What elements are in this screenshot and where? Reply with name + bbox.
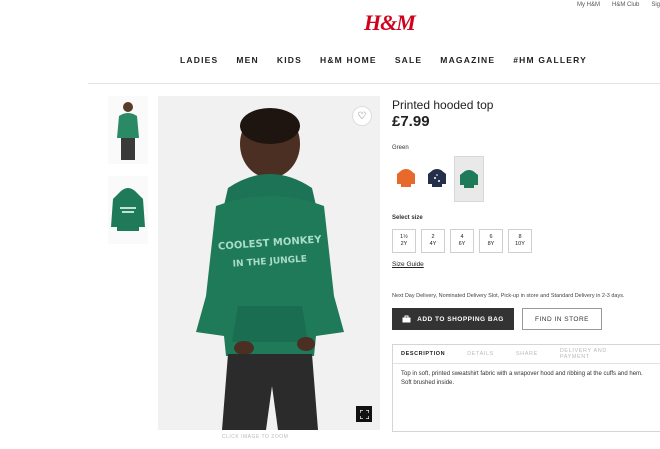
size-age: 6 [489,234,493,240]
top-links: My H&M H&M Club Sig [577,2,660,8]
size-age: 2 [431,234,435,240]
wishlist-button[interactable]: ♡ [352,106,372,126]
zoom-button[interactable] [356,406,372,422]
nav-hm-home[interactable]: H&M HOME [320,55,377,65]
bag-icon [402,315,411,323]
swatch-navy[interactable] [423,156,451,200]
hm-logo[interactable]: H&M [364,10,416,36]
color-label: Green [392,145,409,151]
nav-hm-gallery[interactable]: #HM GALLERY [513,55,587,65]
delivery-info: Next Day Delivery, Nominated Delivery Sl… [392,293,625,299]
product-description: Top in soft, printed sweatshirt fabric w… [401,371,643,386]
size-year: 2Y [400,241,408,247]
size-option[interactable]: 4 6Y [450,229,474,253]
thumbnail-model-image [117,102,139,160]
nav-ladies[interactable]: LADIES [180,55,218,65]
swatch-green[interactable] [454,156,484,202]
find-in-store-button[interactable]: FIND IN STORE [522,308,602,330]
size-year: 6Y [458,241,466,247]
nav-kids[interactable]: KIDS [277,55,302,65]
color-swatches [392,156,484,202]
main-product-image[interactable]: COOLEST MONKEY IN THE JUNGLE ♡ [158,96,380,430]
size-label: Select size [392,215,423,221]
swatch-orange[interactable] [392,156,420,200]
thumbnail-list [108,96,148,256]
expand-icon [359,409,369,419]
size-age: 1½ [400,234,408,240]
size-option[interactable]: 6 8Y [479,229,503,253]
tab-bar: DESCRIPTION DETAILS SHARE DELIVERY AND P… [393,345,660,364]
thumbnail-product-image [111,188,145,231]
size-year: 4Y [429,241,437,247]
product-price: £7.99 [392,113,430,130]
swatch-green-image [460,170,478,188]
size-options: 1½ 2Y 2 4Y 4 6Y 6 8Y 8 10Y [392,229,532,253]
zoom-hint: CLICK IMAGE TO ZOOM [222,434,289,440]
tab-details[interactable]: DETAILS [467,351,494,357]
tab-description[interactable]: DESCRIPTION [401,351,445,357]
size-year: 8Y [487,241,495,247]
product-tabs-panel: DESCRIPTION DETAILS SHARE DELIVERY AND P… [392,344,660,432]
add-to-bag-label: ADD TO SHOPPING BAG [417,315,504,323]
product-title: Printed hooded top [392,98,494,112]
nav-magazine[interactable]: MAGAZINE [440,55,495,65]
sign-in-link[interactable]: Sig [651,2,660,8]
nav-men[interactable]: MEN [236,55,259,65]
nav-sale[interactable]: SALE [395,55,422,65]
tab-share[interactable]: SHARE [516,351,538,357]
size-age: 4 [460,234,464,240]
swatch-orange-image [397,169,415,187]
product-info: Printed hooded top £7.99 Green Select si… [392,98,660,432]
size-option[interactable]: 1½ 2Y [392,229,416,253]
size-age: 8 [518,234,522,240]
main-nav: LADIES MEN KIDS H&M HOME SALE MAGAZINE #… [180,55,605,65]
size-guide-link[interactable]: Size Guide [392,261,424,268]
model-photo: COOLEST MONKEY IN THE JUNGLE [158,96,380,430]
add-to-bag-button[interactable]: ADD TO SHOPPING BAG [392,308,514,330]
hm-club-link[interactable]: H&M Club [612,2,639,8]
swatch-navy-image [428,169,446,187]
size-year: 10Y [515,241,525,247]
thumbnail-product[interactable] [108,176,148,244]
size-option[interactable]: 2 4Y [421,229,445,253]
size-option[interactable]: 8 10Y [508,229,532,253]
thumbnail-model[interactable] [108,96,148,164]
heart-icon: ♡ [357,110,367,122]
header-divider [88,83,660,84]
tab-delivery-payment[interactable]: DELIVERY AND PAYMENT [560,348,631,360]
my-hm-link[interactable]: My H&M [577,2,600,8]
